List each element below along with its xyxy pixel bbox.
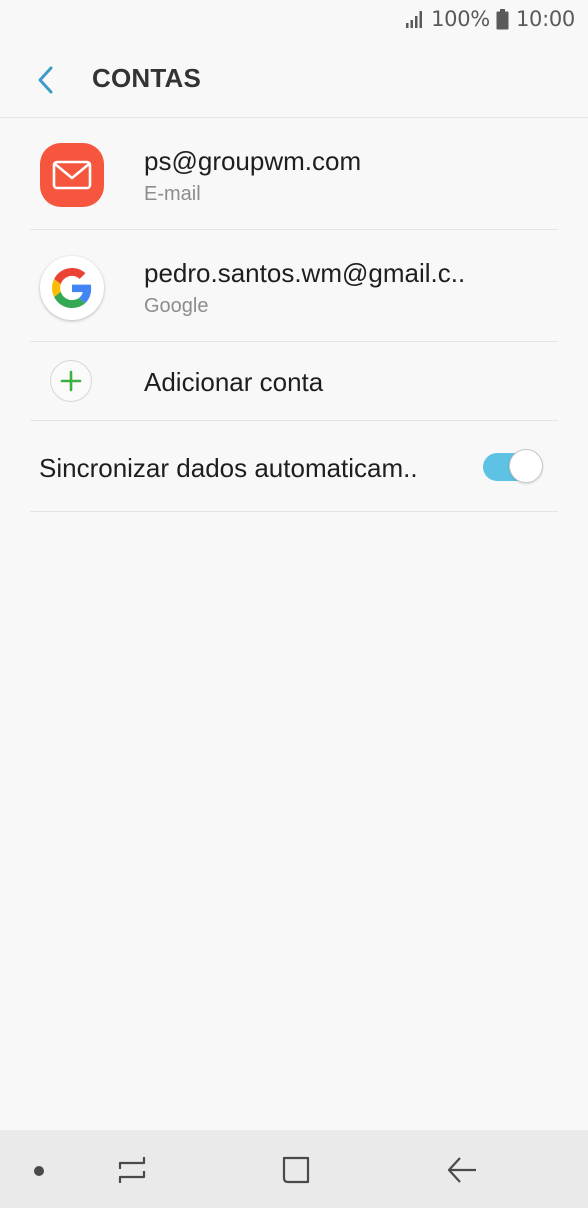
battery-icon — [496, 8, 509, 29]
status-indicators: 100% 10:00 — [405, 7, 575, 31]
envelope-icon — [52, 160, 92, 190]
clock: 10:00 — [515, 7, 575, 31]
recent-apps-icon[interactable] — [116, 1155, 148, 1185]
account-row-google[interactable]: pedro.santos.wm@gmail.c.. Google — [30, 230, 558, 342]
google-g-icon — [52, 268, 92, 308]
email-app-icon — [40, 143, 104, 207]
add-account-row[interactable]: Adicionar conta — [30, 341, 558, 421]
account-name: ps@groupwm.com — [144, 146, 362, 176]
chevron-left-icon[interactable] — [32, 64, 60, 96]
account-type: E-mail — [144, 183, 201, 205]
account-row-email[interactable]: ps@groupwm.com E-mail — [30, 118, 558, 230]
plus-glyph-icon — [60, 370, 82, 392]
google-app-icon — [40, 256, 104, 320]
auto-sync-row[interactable]: Sincronizar dados automaticam.. — [30, 421, 558, 512]
account-type: Google — [144, 295, 209, 317]
auto-sync-label: Sincronizar dados automaticam.. — [39, 453, 418, 483]
home-icon[interactable] — [281, 1155, 311, 1185]
account-name: pedro.santos.wm@gmail.c.. — [144, 258, 466, 288]
signal-icon — [406, 11, 423, 28]
auto-sync-toggle[interactable] — [483, 449, 545, 485]
plus-icon — [50, 360, 92, 402]
nav-dot-icon[interactable] — [34, 1166, 44, 1176]
navigation-bar — [0, 1130, 588, 1208]
add-account-label: Adicionar conta — [144, 367, 324, 397]
battery-percentage: 100% — [431, 7, 490, 31]
app-header: CONTAS — [0, 40, 588, 118]
status-bar: 100% 10:00 — [0, 0, 588, 40]
page-title: CONTAS — [92, 63, 202, 93]
toggle-knob — [509, 449, 543, 483]
back-icon[interactable] — [446, 1155, 478, 1185]
